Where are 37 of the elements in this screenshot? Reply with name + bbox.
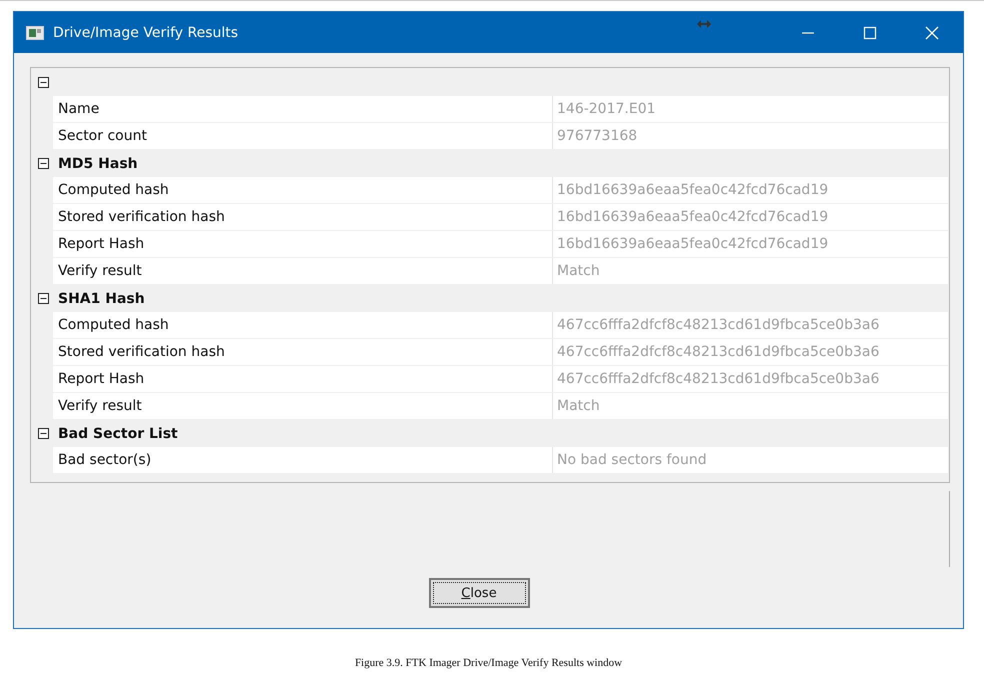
group-header: MD5 Hash — [58, 156, 138, 172]
minimize-icon — [802, 32, 814, 34]
property-value: 467cc6fffa2dfcf8c48213cd61d9fbca5ce0b3a6 — [553, 339, 948, 365]
property-name: Name — [53, 96, 553, 122]
group-header: Bad Sector List — [58, 426, 178, 442]
collapse-icon[interactable] — [38, 158, 49, 169]
resize-cursor-icon — [697, 20, 711, 28]
property-value: 467cc6fffa2dfcf8c48213cd61d9fbca5ce0b3a6 — [553, 366, 948, 392]
property-name: Bad sector(s) — [53, 447, 553, 473]
collapse-icon[interactable] — [38, 77, 49, 88]
figure-caption: Figure 3.9. FTK Imager Drive/Image Verify Results window — [354, 657, 624, 669]
property-value: Match — [553, 258, 948, 284]
collapse-icon[interactable] — [38, 293, 49, 304]
property-name: Sector count — [53, 123, 553, 149]
property-value: 16bd16639a6eaa5fea0c42fcd76cad19 — [553, 177, 948, 203]
close-button[interactable]: Close — [428, 578, 530, 608]
property-name: Computed hash — [53, 312, 553, 338]
property-name: Stored verification hash — [53, 339, 553, 365]
property-value: 16bd16639a6eaa5fea0c42fcd76cad19 — [553, 204, 948, 230]
property-value: 146-2017.E01 — [553, 96, 948, 122]
maximize-icon — [863, 26, 877, 40]
close-icon — [925, 26, 939, 40]
window-title: Drive/Image Verify Results — [53, 24, 240, 40]
property-name: Stored verification hash — [53, 204, 553, 230]
collapse-icon[interactable] — [38, 428, 49, 439]
property-name: Report Hash — [53, 231, 553, 257]
property-value: 467cc6fffa2dfcf8c48213cd61d9fbca5ce0b3a6 — [553, 312, 948, 338]
property-name: Verify result — [53, 258, 553, 284]
app-icon — [26, 26, 44, 40]
property-name: Computed hash — [53, 177, 553, 203]
property-value: 976773168 — [553, 123, 948, 149]
property-name: Verify result — [53, 393, 553, 419]
property-name: Report Hash — [53, 366, 553, 392]
group-header: SHA1 Hash — [58, 290, 145, 306]
property-value: No bad sectors found — [553, 447, 948, 473]
property-value: Match — [553, 393, 948, 419]
property-value: 16bd16639a6eaa5fea0c42fcd76cad19 — [553, 231, 948, 257]
